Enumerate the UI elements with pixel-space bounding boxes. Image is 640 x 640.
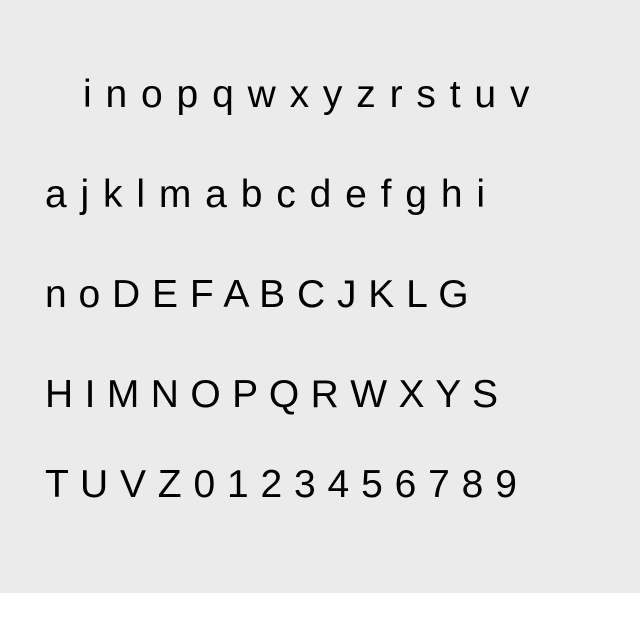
text-line-2: a j k l m a b c d e f g h i [45, 173, 487, 216]
text-line-4: H I M N O P Q R W X Y S [45, 373, 499, 416]
text-line-1: i n o p q w x y z r s t u v [83, 73, 531, 116]
character-chart-panel: i n o p q w x y z r s t u v a j k l m a … [0, 0, 640, 593]
text-line-5: T U V Z 0 1 2 3 4 5 6 7 8 9 [45, 463, 518, 506]
text-line-3: n o D E F A B C J K L G [45, 273, 470, 316]
